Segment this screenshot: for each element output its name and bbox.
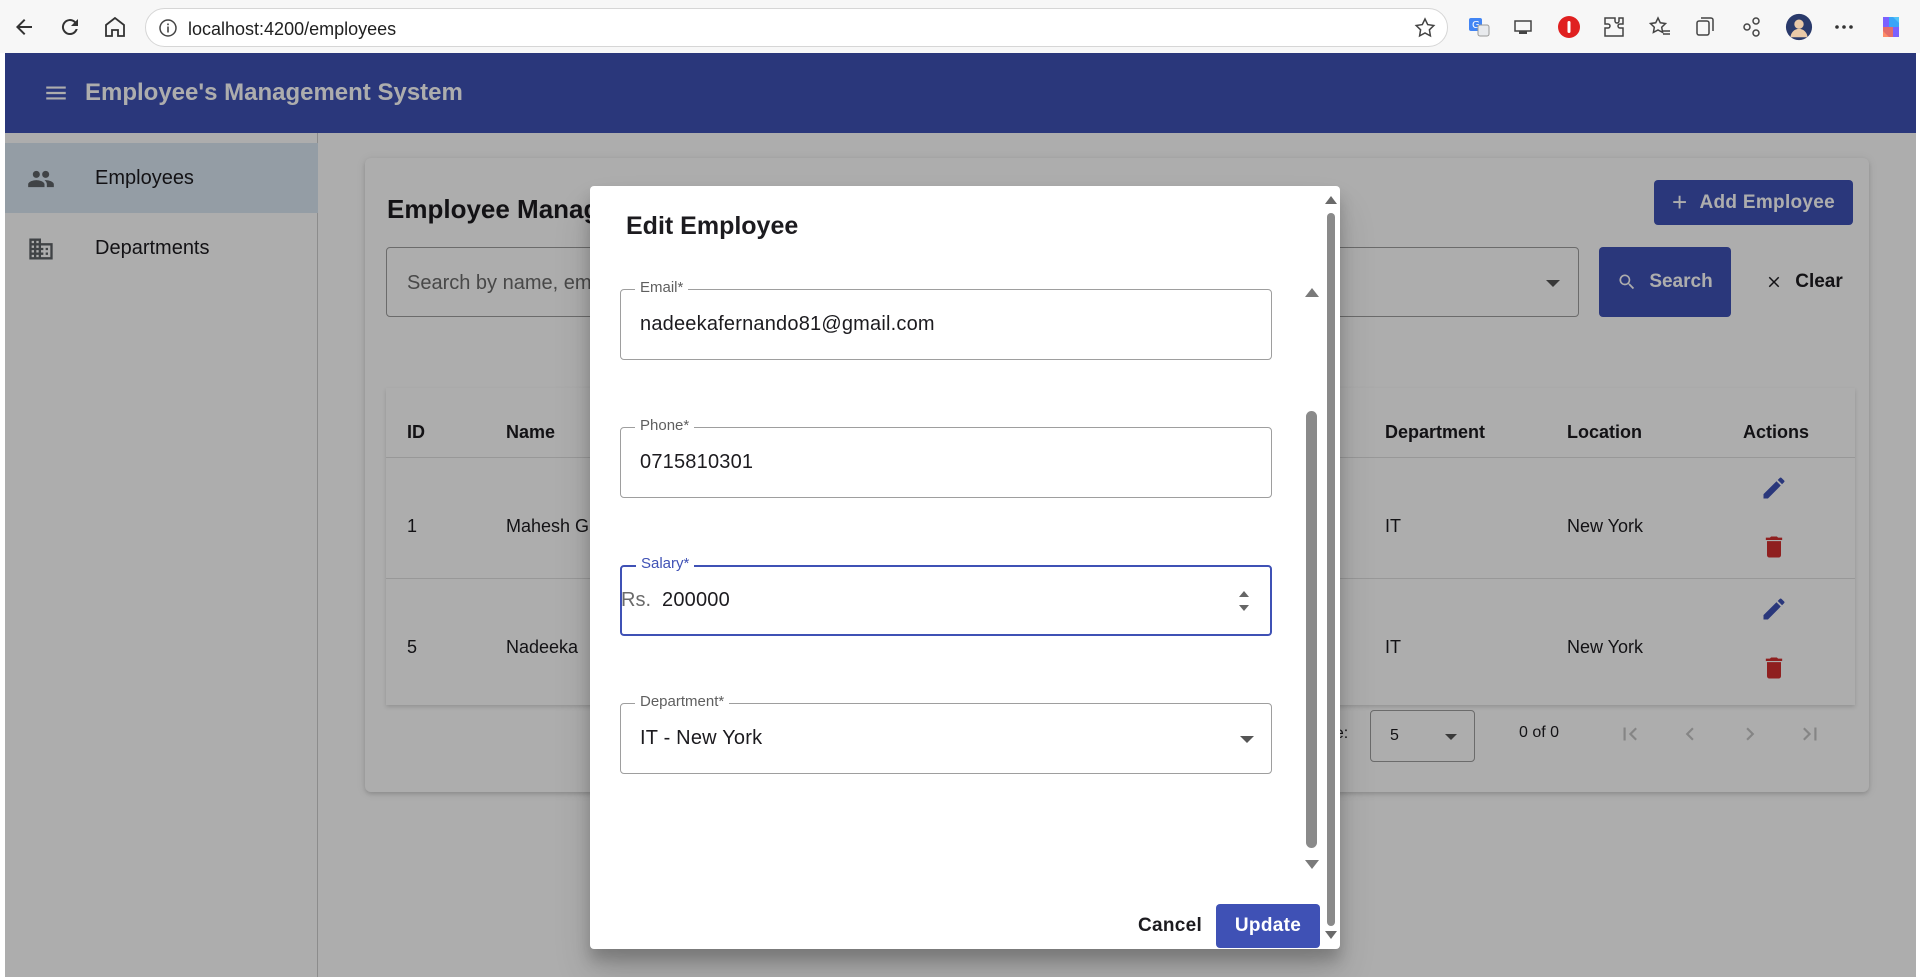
scroll-down-arrow-icon[interactable] bbox=[1325, 931, 1337, 939]
scroll-down-arrow-icon[interactable] bbox=[1305, 860, 1319, 869]
url-text: localhost:4200/employees bbox=[188, 19, 397, 39]
app-frame: Employee's Management System Employees D… bbox=[5, 53, 1916, 977]
back-icon[interactable] bbox=[10, 13, 38, 41]
chevron-down-icon bbox=[1240, 736, 1254, 743]
cancel-button[interactable]: Cancel bbox=[1127, 904, 1213, 948]
phone-label: Phone* bbox=[635, 417, 695, 434]
department-label: Department* bbox=[635, 693, 730, 710]
more-options-icon[interactable] bbox=[1830, 13, 1858, 41]
address-bar[interactable]: localhost:4200/employees bbox=[145, 8, 1448, 47]
dialog-title: Edit Employee bbox=[626, 212, 799, 240]
email-field[interactable]: Email* nadeekafernando81@gmail.com bbox=[620, 279, 1272, 360]
translate-icon[interactable]: G bbox=[1465, 13, 1493, 41]
salary-field[interactable]: Salary* Rs. 200000 bbox=[620, 555, 1272, 636]
phone-value: 0715810301 bbox=[640, 451, 754, 473]
dialog-scrollbar-thumb[interactable] bbox=[1327, 213, 1335, 926]
content-scrollbar-thumb[interactable] bbox=[1306, 411, 1317, 848]
edit-employee-dialog: Edit Employee Email* nadeekafernando81@g… bbox=[590, 186, 1340, 949]
salary-label: Salary* bbox=[636, 555, 695, 572]
extensions-icon[interactable] bbox=[1600, 13, 1628, 41]
info-icon[interactable] bbox=[158, 18, 178, 43]
department-select[interactable]: Department* IT - New York bbox=[620, 693, 1272, 774]
share-icon[interactable] bbox=[1737, 13, 1765, 41]
scroll-up-arrow-icon[interactable] bbox=[1325, 196, 1337, 204]
salary-value: 200000 bbox=[662, 589, 730, 611]
cast-icon[interactable] bbox=[1510, 13, 1538, 41]
profile-avatar-icon[interactable] bbox=[1785, 13, 1813, 41]
copilot-icon[interactable] bbox=[1877, 13, 1905, 41]
browser-toolbar: localhost:4200/employees G bbox=[0, 0, 1920, 53]
favorite-star-icon[interactable] bbox=[1413, 16, 1437, 45]
home-icon[interactable] bbox=[101, 13, 129, 41]
email-label: Email* bbox=[635, 279, 689, 296]
currency-prefix: Rs. bbox=[621, 589, 651, 611]
department-value: IT - New York bbox=[640, 727, 763, 749]
phone-field[interactable]: Phone* 0715810301 bbox=[620, 417, 1272, 498]
update-button[interactable]: Update bbox=[1216, 904, 1320, 948]
favorites-icon[interactable] bbox=[1646, 13, 1674, 41]
collections-icon[interactable] bbox=[1691, 13, 1719, 41]
scroll-up-arrow-icon[interactable] bbox=[1305, 288, 1319, 297]
reload-icon[interactable] bbox=[56, 13, 84, 41]
email-value: nadeekafernando81@gmail.com bbox=[640, 313, 935, 335]
number-stepper-icon[interactable] bbox=[1238, 588, 1250, 614]
adblock-icon[interactable] bbox=[1555, 13, 1583, 41]
